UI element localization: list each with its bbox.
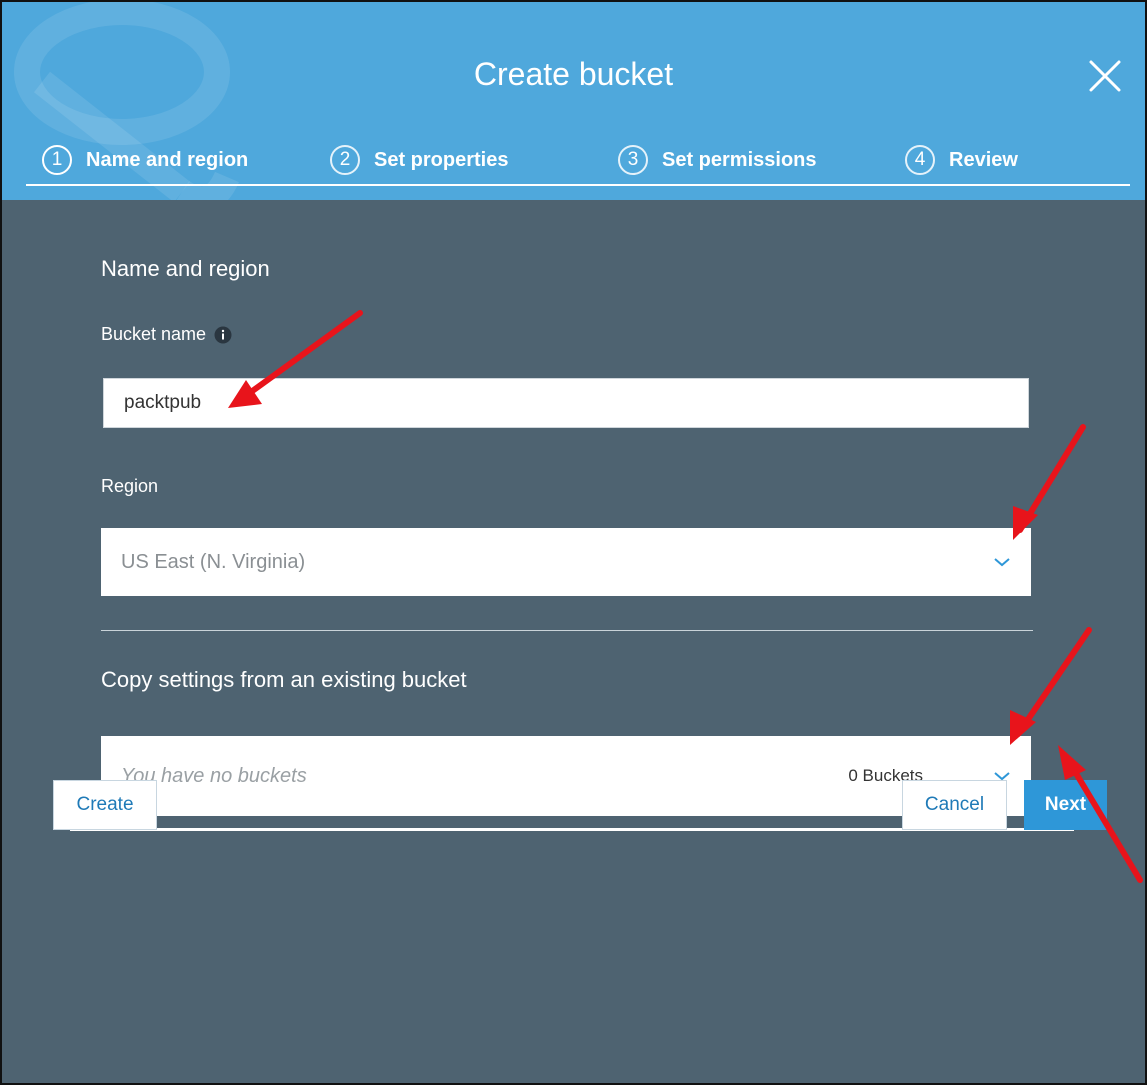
dialog-header: Create bucket 1 Name and region 2 Set pr… bbox=[2, 2, 1145, 200]
cancel-button[interactable]: Cancel bbox=[902, 780, 1007, 830]
bucket-name-input[interactable]: packtpub bbox=[103, 378, 1029, 428]
close-icon[interactable] bbox=[1087, 58, 1123, 94]
step-label: Set permissions bbox=[662, 148, 817, 171]
wizard-steps: 1 Name and region 2 Set properties 3 Set… bbox=[2, 142, 1145, 178]
create-button[interactable]: Create bbox=[53, 780, 157, 830]
section-title: Name and region bbox=[101, 256, 270, 281]
bucket-name-value: packtpub bbox=[124, 392, 202, 413]
step-label: Review bbox=[949, 148, 1018, 171]
region-select[interactable]: US East (N. Virginia) bbox=[101, 528, 1031, 596]
step-name-and-region[interactable]: 1 Name and region bbox=[42, 142, 248, 178]
region-label-text: Region bbox=[101, 476, 159, 496]
bucket-name-label: Bucket name bbox=[101, 324, 232, 345]
info-icon[interactable] bbox=[214, 326, 232, 344]
step-label: Set properties bbox=[374, 148, 509, 171]
copy-settings-select[interactable]: You have no buckets 0 Buckets bbox=[101, 736, 1031, 816]
step-number: 4 bbox=[905, 145, 935, 175]
dialog-title: Create bucket bbox=[473, 56, 674, 92]
chevron-down-icon bbox=[994, 558, 1010, 567]
copy-settings-label: Copy settings from an existing bucket bbox=[101, 667, 467, 693]
region-value: US East (N. Virginia) bbox=[121, 550, 306, 573]
step-number: 2 bbox=[330, 145, 360, 175]
step-review[interactable]: 4 Review bbox=[905, 142, 1018, 178]
create-bucket-dialog: Create bucket 1 Name and region 2 Set pr… bbox=[0, 0, 1147, 1085]
section-divider bbox=[101, 630, 1033, 631]
step-number: 1 bbox=[42, 145, 72, 175]
bucket-name-label-text: Bucket name bbox=[101, 324, 207, 344]
region-label: Region bbox=[101, 476, 158, 497]
step-set-properties[interactable]: 2 Set properties bbox=[330, 142, 508, 178]
step-label: Name and region bbox=[86, 148, 249, 171]
step-number: 3 bbox=[618, 145, 648, 175]
copy-settings-placeholder: You have no buckets bbox=[121, 764, 307, 787]
steps-underline bbox=[26, 184, 1130, 186]
next-button[interactable]: Next bbox=[1024, 780, 1107, 830]
copy-settings-label-text: Copy settings from an existing bucket bbox=[101, 667, 467, 692]
step-set-permissions[interactable]: 3 Set permissions bbox=[618, 142, 817, 178]
